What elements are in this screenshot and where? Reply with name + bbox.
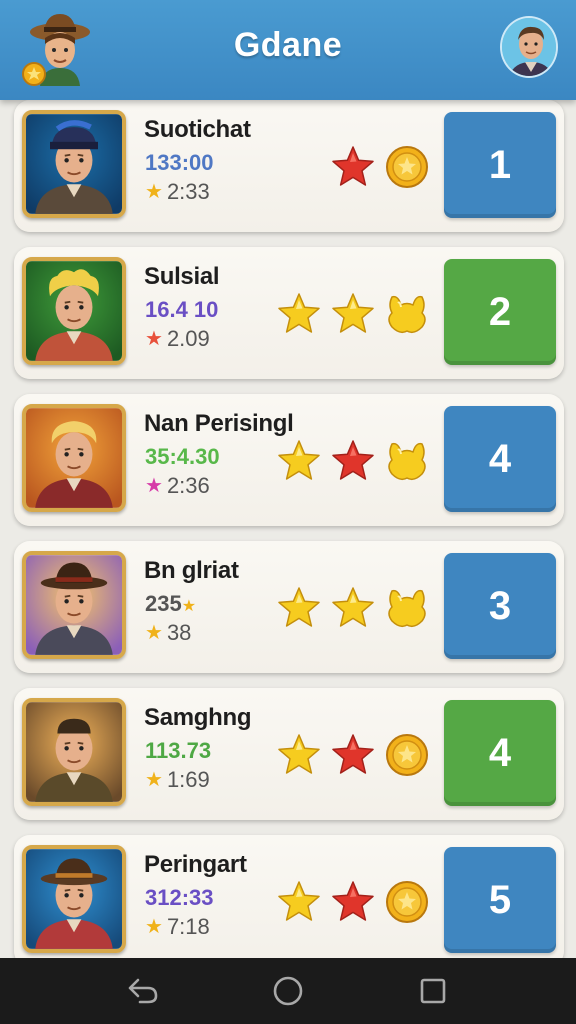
yellow-star-icon — [276, 879, 322, 925]
player-score-value: 133:00 — [145, 150, 214, 175]
achievement-badges — [276, 436, 430, 486]
leaderboard-card[interactable]: Peringart 312:33 ★ 7:18 5 — [14, 835, 564, 958]
coin-icon — [384, 732, 430, 778]
home-button[interactable] — [264, 967, 312, 1015]
yellow-cat-icon — [384, 585, 430, 631]
player-score: 133:00 — [145, 150, 214, 176]
character-portrait-icon — [26, 114, 122, 214]
leaderboard-card[interactable]: Bn glriat 235★ ★ 38 3 — [14, 541, 564, 673]
coin-icon — [384, 144, 430, 190]
red-star-icon — [330, 732, 376, 778]
player-score: 312:33 — [145, 885, 214, 911]
time-star-icon: ★ — [145, 181, 163, 203]
red-star-icon — [330, 879, 376, 925]
player-name: Suotichat — [144, 116, 251, 143]
player-score-value: 235 — [145, 591, 182, 616]
player-time: 2.09 — [166, 326, 210, 351]
player-time: 2:33 — [166, 179, 210, 204]
rank-button[interactable]: 4 — [444, 406, 556, 512]
character-portrait-icon — [26, 849, 122, 949]
yellow-star-icon — [330, 291, 376, 337]
coin-icon — [384, 879, 430, 925]
player-time-row: ★ 1:69 — [145, 767, 210, 793]
player-portrait[interactable] — [22, 404, 126, 512]
player-name: Peringart — [144, 851, 247, 878]
achievement-badges — [276, 583, 430, 633]
leaderboard-list[interactable]: Suotichat 133:00 ★ 2:33 1 Sulsial 16.4 10 ★ 2.0… — [0, 92, 576, 958]
player-time: 1:69 — [166, 767, 210, 792]
yellow-star-icon — [276, 585, 322, 631]
home-icon — [273, 976, 303, 1006]
achievement-badges — [276, 289, 430, 339]
player-score-value: 113.73 — [145, 738, 212, 763]
achievement-badges — [276, 730, 430, 780]
recents-button[interactable] — [409, 967, 457, 1015]
player-time: 38 — [166, 620, 192, 645]
profile-avatar-button[interactable] — [500, 16, 558, 78]
system-navigation-bar — [0, 958, 576, 1024]
player-name: Samghng — [144, 704, 252, 731]
red-star-icon — [330, 144, 376, 190]
achievement-badges — [276, 877, 430, 927]
player-score: 35:4.30 — [145, 444, 220, 470]
player-portrait[interactable] — [22, 110, 126, 218]
player-time-row: ★ 38 — [145, 620, 191, 646]
player-portrait[interactable] — [22, 551, 126, 659]
rank-button[interactable]: 5 — [444, 847, 556, 953]
yellow-star-icon — [276, 732, 322, 778]
player-name: Sulsial — [144, 263, 220, 290]
time-star-icon: ★ — [145, 769, 163, 791]
player-portrait[interactable] — [22, 845, 126, 953]
player-time-row: ★ 2.09 — [145, 326, 210, 352]
time-star-icon: ★ — [145, 328, 163, 350]
player-score: 235★ — [145, 591, 196, 617]
achievement-badges — [330, 142, 430, 192]
leaderboard-card[interactable]: Samghng 113.73 ★ 1:69 4 — [14, 688, 564, 820]
back-icon — [128, 978, 157, 1004]
yellow-star-icon — [330, 585, 376, 631]
app-header: Gdane — [0, 0, 576, 100]
time-star-icon: ★ — [145, 622, 163, 644]
rank-button[interactable]: 2 — [444, 259, 556, 365]
leaderboard-card[interactable]: Nan Perisingl 35:4.30 ★ 2:36 4 — [14, 394, 564, 526]
rank-button[interactable]: 1 — [444, 112, 556, 218]
player-time: 2:36 — [166, 473, 210, 498]
recents-icon — [421, 978, 446, 1004]
player-portrait[interactable] — [22, 257, 126, 365]
leaderboard-card[interactable]: Suotichat 133:00 ★ 2:33 1 — [14, 100, 564, 232]
player-portrait[interactable] — [22, 698, 126, 806]
score-star-icon: ★ — [181, 598, 197, 615]
character-portrait-icon — [26, 408, 122, 508]
time-star-icon: ★ — [145, 475, 163, 497]
player-time-row: ★ 2:33 — [145, 179, 210, 205]
player-time-row: ★ 2:36 — [145, 473, 210, 499]
player-name: Bn glriat — [144, 557, 239, 584]
yellow-cat-icon — [384, 438, 430, 484]
character-portrait-icon — [26, 261, 122, 361]
player-score: 113.73 — [145, 738, 211, 764]
back-button[interactable] — [119, 967, 167, 1015]
player-time-row: ★ 7:18 — [145, 914, 210, 940]
player-score-value: 16.4 10 — [145, 297, 219, 322]
player-name: Nan Perisingl — [144, 410, 294, 437]
profile-portrait-icon — [502, 18, 556, 76]
time-star-icon: ★ — [145, 916, 163, 938]
yellow-star-icon — [276, 438, 322, 484]
character-portrait-icon — [26, 702, 122, 802]
character-portrait-icon — [26, 555, 122, 655]
rank-button[interactable]: 4 — [444, 700, 556, 806]
yellow-star-icon — [276, 291, 322, 337]
rank-button[interactable]: 3 — [444, 553, 556, 659]
player-score-value: 312:33 — [145, 885, 214, 910]
yellow-cat-icon — [384, 291, 430, 337]
player-score-value: 35:4.30 — [145, 444, 220, 469]
leaderboard-card[interactable]: Sulsial 16.4 10 ★ 2.09 2 — [14, 247, 564, 379]
red-star-icon — [330, 438, 376, 484]
player-time: 7:18 — [166, 914, 210, 939]
page-title: Gdane — [233, 26, 343, 64]
player-score: 16.4 10 — [145, 297, 218, 323]
